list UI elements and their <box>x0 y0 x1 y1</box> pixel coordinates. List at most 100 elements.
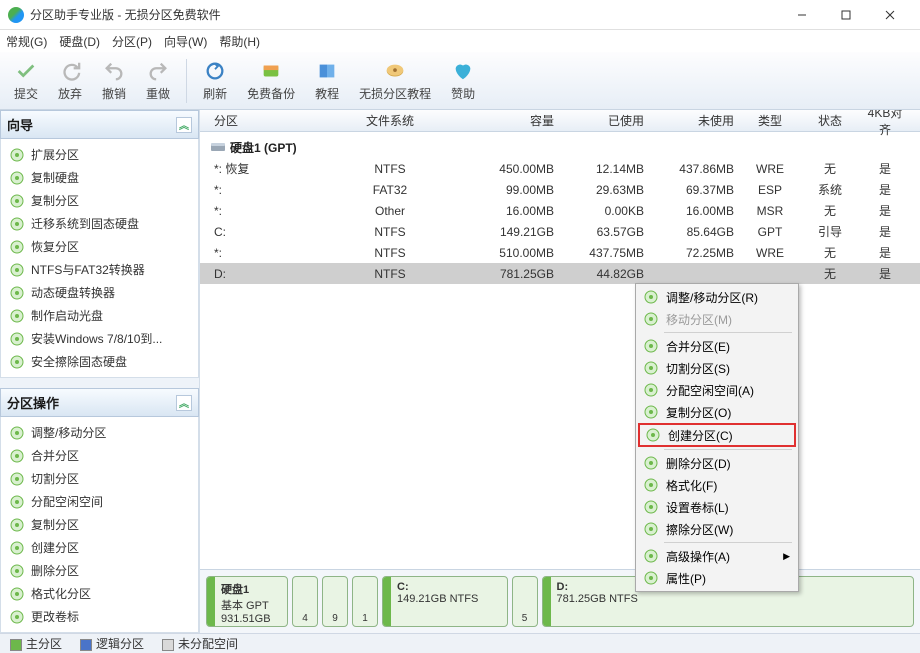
menu-item-icon <box>642 498 660 516</box>
menu-item-icon <box>642 547 660 565</box>
menu-item-icon <box>642 403 660 421</box>
ops-item[interactable]: 创建分区 <box>1 536 198 559</box>
wizard-item[interactable]: 制作启动光盘 <box>1 304 198 327</box>
item-icon <box>9 216 25 232</box>
context-menu-item[interactable]: 切割分区(S) <box>638 357 796 379</box>
item-icon <box>9 448 25 464</box>
item-icon <box>9 170 25 186</box>
menu-general[interactable]: 常规(G) <box>6 33 47 50</box>
item-icon <box>9 193 25 209</box>
menu-disk[interactable]: 硬盘(D) <box>59 33 100 50</box>
ops-item[interactable]: 复制分区 <box>1 513 198 536</box>
lossless-tutorial-button[interactable]: 无损分区教程 <box>349 57 441 104</box>
context-menu-item[interactable]: 分配空闲空间(A) <box>638 379 796 401</box>
ops-item[interactable]: 切割分区 <box>1 467 198 490</box>
context-menu-item[interactable]: 复制分区(O) <box>638 401 796 423</box>
diskmap-segment[interactable]: 9 <box>322 576 348 627</box>
backup-button[interactable]: 免费备份 <box>237 57 305 104</box>
wizard-item[interactable]: 复制硬盘 <box>1 166 198 189</box>
menu-item-icon <box>644 426 662 444</box>
menu-item-icon <box>642 337 660 355</box>
menu-item-icon <box>642 359 660 377</box>
context-menu-item[interactable]: 创建分区(C) <box>638 423 796 447</box>
item-icon <box>9 471 25 487</box>
left-sidebar: 向导 ︽ 扩展分区复制硬盘复制分区迁移系统到固态硬盘恢复分区NTFS与FAT32… <box>0 110 200 633</box>
submenu-arrow-icon: ▶ <box>783 551 790 562</box>
window-title: 分区助手专业版 - 无损分区免费软件 <box>30 6 780 23</box>
diskmap-segment[interactable]: 5 <box>512 576 538 627</box>
context-menu-item[interactable]: 高级操作(A)▶ <box>638 545 796 567</box>
menu-partition[interactable]: 分区(P) <box>112 33 152 50</box>
ops-item[interactable]: 格式化分区 <box>1 582 198 605</box>
discard-button[interactable]: 放弃 <box>48 57 92 104</box>
undo-icon <box>102 59 126 83</box>
item-icon <box>9 308 25 324</box>
context-menu-item[interactable]: 设置卷标(L) <box>638 496 796 518</box>
wizard-item[interactable]: 恢复分区 <box>1 235 198 258</box>
partition-row[interactable]: *: 恢复NTFS450.00MB12.14MB437.86MBWRE无是 <box>200 158 920 179</box>
close-button[interactable] <box>868 1 912 29</box>
menu-item-icon <box>642 454 660 472</box>
context-menu-item[interactable]: 删除分区(D) <box>638 452 796 474</box>
wizard-panel-header[interactable]: 向导 ︽ <box>0 110 199 139</box>
wizard-item[interactable]: 扩展分区 <box>1 143 198 166</box>
maximize-button[interactable] <box>824 1 868 29</box>
menu-help[interactable]: 帮助(H) <box>219 33 260 50</box>
donate-button[interactable]: 赞助 <box>441 57 485 104</box>
disk-group-header[interactable]: 硬盘1 (GPT) <box>200 132 920 158</box>
diskmap-segment[interactable]: C:149.21GB NTFS <box>382 576 508 627</box>
ops-item[interactable]: 更改卷标 <box>1 605 198 628</box>
partition-row[interactable]: *:Other16.00MB0.00KB16.00MBMSR无是 <box>200 200 920 221</box>
item-icon <box>9 517 25 533</box>
collapse-icon[interactable]: ︽ <box>176 395 192 411</box>
redo-icon <box>146 59 170 83</box>
menu-wizard[interactable]: 向导(W) <box>164 33 207 50</box>
ops-item[interactable]: 调整/移动分区 <box>1 421 198 444</box>
minimize-button[interactable] <box>780 1 824 29</box>
wizard-item[interactable]: 迁移系统到固态硬盘 <box>1 212 198 235</box>
wizard-item[interactable]: 复制分区 <box>1 189 198 212</box>
undo-button[interactable]: 撤销 <box>92 57 136 104</box>
collapse-icon[interactable]: ︽ <box>176 117 192 133</box>
legend: 主分区 逻辑分区 未分配空间 <box>0 633 920 653</box>
partition-row[interactable]: *:FAT3299.00MB29.63MB69.37MBESP系统是 <box>200 179 920 200</box>
wizard-item[interactable]: 安全擦除固态硬盘 <box>1 350 198 373</box>
partition-row[interactable]: D:NTFS781.25GB44.82GB无是 <box>200 263 920 284</box>
ops-item[interactable]: 分配空闲空间 <box>1 490 198 513</box>
menu-item-icon <box>642 476 660 494</box>
context-menu-item[interactable]: 调整/移动分区(R) <box>638 286 796 308</box>
context-menu-item: 移动分区(M) <box>638 308 796 330</box>
item-icon <box>9 285 25 301</box>
title-bar: 分区助手专业版 - 无损分区免费软件 <box>0 0 920 30</box>
context-menu-item[interactable]: 格式化(F) <box>638 474 796 496</box>
wizard-item[interactable]: 动态硬盘转换器 <box>1 281 198 304</box>
item-icon <box>9 239 25 255</box>
refresh-button[interactable]: 刷新 <box>193 57 237 104</box>
menu-item-icon <box>642 381 660 399</box>
diskmap-segment[interactable]: 4 <box>292 576 318 627</box>
context-menu-item[interactable]: 擦除分区(W) <box>638 518 796 540</box>
disk-tutorial-icon <box>383 59 407 83</box>
ops-item[interactable]: 删除分区 <box>1 559 198 582</box>
context-menu-item[interactable]: 合并分区(E) <box>638 335 796 357</box>
wizard-item[interactable]: NTFS与FAT32转换器 <box>1 258 198 281</box>
diskmap-segment[interactable]: 1 <box>352 576 378 627</box>
menu-bar: 常规(G) 硬盘(D) 分区(P) 向导(W) 帮助(H) <box>0 30 920 52</box>
context-menu-item[interactable]: 属性(P) <box>638 567 796 589</box>
menu-item-icon <box>642 520 660 538</box>
ops-panel-header[interactable]: 分区操作 ︽ <box>0 388 199 417</box>
redo-button[interactable]: 重做 <box>136 57 180 104</box>
partition-row[interactable]: C:NTFS149.21GB63.57GB85.64GBGPT引导是 <box>200 221 920 242</box>
item-icon <box>9 563 25 579</box>
partition-row[interactable]: *:NTFS510.00MB437.75MB72.25MBWRE无是 <box>200 242 920 263</box>
check-icon <box>14 59 38 83</box>
wizard-item[interactable]: 安装Windows 7/8/10到... <box>1 327 198 350</box>
refresh-icon <box>203 59 227 83</box>
ops-item[interactable]: 合并分区 <box>1 444 198 467</box>
commit-button[interactable]: 提交 <box>4 57 48 104</box>
discard-icon <box>58 59 82 83</box>
disk-summary[interactable]: 硬盘1基本 GPT931.51GB <box>206 576 288 627</box>
item-icon <box>9 494 25 510</box>
tutorial-button[interactable]: 教程 <box>305 57 349 104</box>
heart-icon <box>451 59 475 83</box>
